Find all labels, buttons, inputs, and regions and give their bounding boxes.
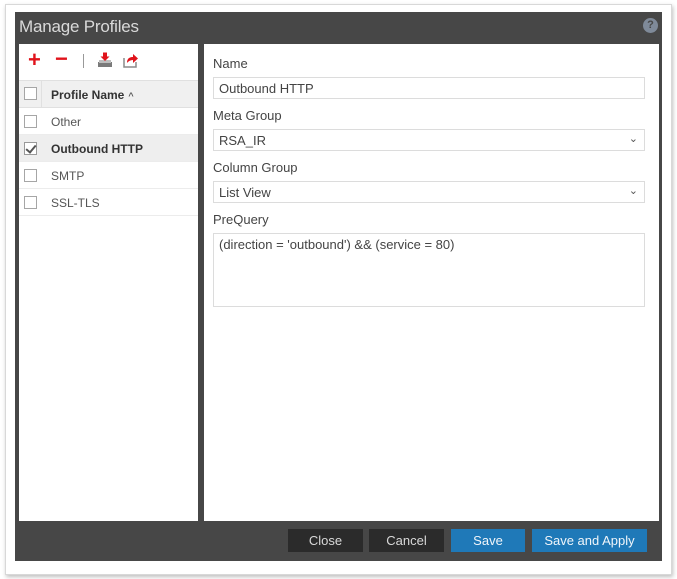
column-group-select[interactable]: List View ⌄ [213,181,645,203]
profile-row-outbound-http[interactable]: Outbound HTTP [19,135,198,162]
row-checkbox[interactable] [24,196,37,209]
remove-profile-icon[interactable]: − [55,48,68,70]
profile-list-pane: + − Profile Name ^ Other Outbound HTTP S… [19,44,198,521]
dialog-titlebar: Manage Profiles ? [15,12,662,44]
row-label: Outbound HTTP [51,142,143,156]
profile-row-other[interactable]: Other [19,108,198,135]
profile-name-column-header[interactable]: Profile Name ^ [51,88,134,102]
column-header-label: Profile Name [51,88,125,102]
save-button[interactable]: Save [451,529,525,552]
meta-group-select[interactable]: RSA_IR ⌄ [213,129,645,151]
row-label: SMTP [51,169,85,183]
prequery-textarea[interactable]: (direction = 'outbound') && (service = 8… [213,233,645,307]
close-button[interactable]: Close [288,529,363,552]
select-all-checkbox[interactable] [24,87,37,100]
select-all-cell [19,81,42,107]
row-label: SSL-TLS [51,196,100,210]
profile-detail-pane: Name Outbound HTTP Meta Group RSA_IR ⌄ C… [204,44,659,521]
row-checkbox[interactable] [24,169,37,182]
chevron-down-icon: ⌄ [628,185,638,197]
profile-row-smtp[interactable]: SMTP [19,162,198,189]
row-checkbox[interactable] [24,115,37,128]
name-input-value: Outbound HTTP [219,81,314,96]
row-checkbox-checked[interactable] [24,142,37,155]
import-icon[interactable] [97,52,113,73]
meta-group-label: Meta Group [213,108,282,123]
row-label: Other [51,115,82,129]
toolbar-divider [83,54,84,68]
sort-ascending-icon: ^ [128,91,134,101]
export-icon[interactable] [123,52,139,73]
prequery-value: (direction = 'outbound') && (service = 8… [219,237,455,252]
column-group-value: List View [219,185,271,200]
name-input[interactable]: Outbound HTTP [213,77,645,99]
help-icon[interactable]: ? [643,18,658,33]
dialog-title: Manage Profiles [19,17,139,36]
cancel-button[interactable]: Cancel [369,529,444,552]
profile-row-ssl-tls[interactable]: SSL-TLS [19,189,198,216]
profile-toolbar: + − [19,44,198,80]
save-and-apply-button[interactable]: Save and Apply [532,529,647,552]
column-group-label: Column Group [213,160,298,175]
add-profile-icon[interactable]: + [28,49,41,71]
meta-group-value: RSA_IR [219,133,266,148]
grid-header: Profile Name ^ [19,80,198,108]
manage-profiles-dialog: Manage Profiles ? + − Profile Name ^ Oth… [15,12,662,561]
name-label: Name [213,56,248,71]
chevron-down-icon: ⌄ [628,133,638,145]
prequery-label: PreQuery [213,212,269,227]
dialog-footer: Close Cancel Save Save and Apply [15,521,662,561]
